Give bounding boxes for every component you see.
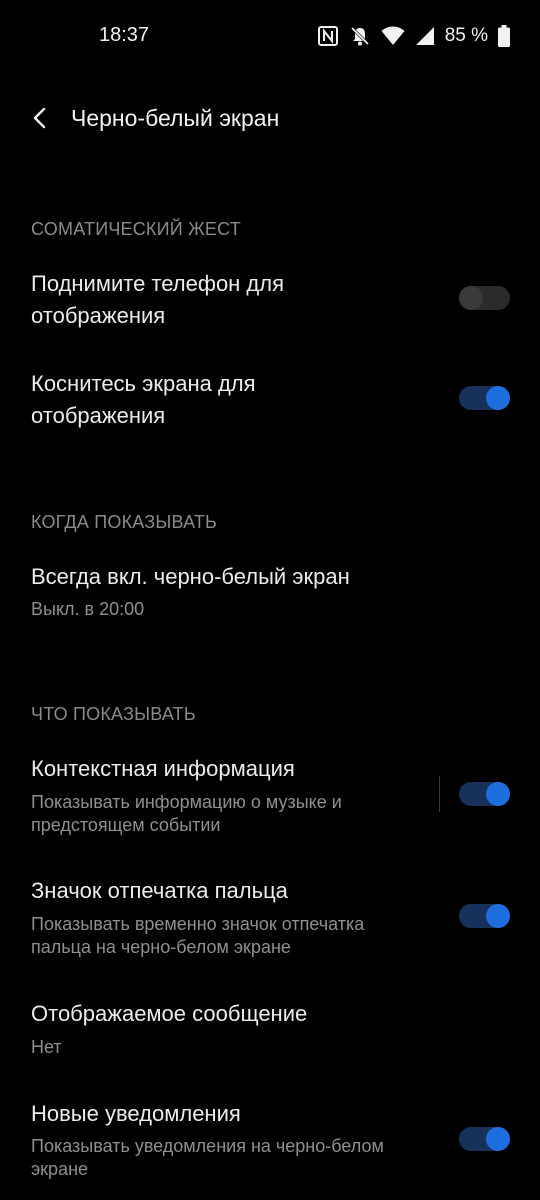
toggle-thumb bbox=[486, 904, 510, 928]
toggle-thumb bbox=[486, 386, 510, 410]
setting-subtitle-line2: предстоящем событии bbox=[31, 815, 221, 835]
setting-subtitle-line1: Показывать информацию о музыке и bbox=[31, 792, 342, 812]
back-button[interactable] bbox=[18, 98, 62, 142]
setting-title: Новые уведомления bbox=[31, 1101, 241, 1126]
fingerprint-icon-toggle[interactable] bbox=[459, 904, 510, 928]
battery-icon bbox=[498, 25, 510, 47]
section-header-gesture: СОМАТИЧЕСКИЙ ЖЕСТ bbox=[31, 219, 241, 239]
setting-subtitle-line2: экране bbox=[31, 1159, 89, 1179]
battery-percent: 85 % bbox=[444, 25, 488, 46]
setting-subtitle-line1: Показывать временно значок отпечатка bbox=[31, 914, 365, 934]
wifi-icon bbox=[381, 26, 405, 46]
setting-fingerprint-icon[interactable]: Значок отпечатка пальца Показывать време… bbox=[0, 872, 540, 962]
setting-subtitle-line1: Показывать уведомления на черно-белом bbox=[31, 1136, 384, 1156]
status-bar: 18:37 85 % bbox=[0, 0, 540, 72]
status-icons: 85 % bbox=[317, 22, 510, 50]
setting-title-line1: Поднимите телефон для bbox=[31, 271, 285, 296]
divider bbox=[439, 776, 440, 812]
tap-to-wake-toggle[interactable] bbox=[459, 386, 510, 410]
toggle-thumb bbox=[459, 286, 483, 310]
page-title: Черно-белый экран bbox=[71, 105, 280, 131]
setting-title-line1: Коснитесь экрана для bbox=[31, 371, 256, 396]
signal-icon bbox=[415, 26, 435, 46]
setting-subtitle: Выкл. в 20:00 bbox=[31, 599, 145, 619]
setting-title: Отображаемое сообщение bbox=[31, 1001, 308, 1026]
setting-title-line2: отображения bbox=[31, 403, 166, 428]
toggle-thumb bbox=[486, 782, 510, 806]
toggle-thumb bbox=[486, 1127, 510, 1151]
setting-title: Контекстная информация bbox=[31, 756, 295, 781]
setting-tap-to-wake[interactable]: Коснитесь экрана для отображения bbox=[0, 366, 540, 436]
nfc-icon bbox=[317, 25, 339, 47]
raise-to-wake-toggle[interactable] bbox=[459, 286, 510, 310]
status-time: 18:37 bbox=[99, 24, 150, 46]
setting-context-info[interactable]: Контекстная информация Показывать информ… bbox=[0, 750, 540, 840]
new-notifications-toggle[interactable] bbox=[459, 1127, 510, 1151]
mute-bell-icon bbox=[349, 25, 371, 47]
section-header-when: КОГДА ПОКАЗЫВАТЬ bbox=[31, 512, 218, 532]
app-header: Черно-белый экран bbox=[0, 90, 540, 150]
context-info-toggle[interactable] bbox=[459, 782, 510, 806]
setting-display-message[interactable]: Отображаемое сообщение Нет bbox=[0, 995, 540, 1065]
setting-title: Значок отпечатка пальца bbox=[31, 878, 288, 903]
setting-title-line2: отображения bbox=[31, 303, 166, 328]
chevron-left-icon bbox=[32, 107, 48, 134]
setting-title: Всегда вкл. черно-белый экран bbox=[31, 564, 350, 589]
setting-subtitle-line2: пальца на черно-белом экране bbox=[31, 937, 291, 957]
setting-subtitle: Нет bbox=[31, 1037, 62, 1057]
setting-new-notifications[interactable]: Новые уведомления Показывать уведомления… bbox=[0, 1095, 540, 1185]
setting-always-on[interactable]: Всегда вкл. черно-белый экран Выкл. в 20… bbox=[0, 558, 540, 628]
section-header-what: ЧТО ПОКАЗЫВАТЬ bbox=[31, 704, 196, 724]
setting-raise-to-wake[interactable]: Поднимите телефон для отображения bbox=[0, 266, 540, 336]
